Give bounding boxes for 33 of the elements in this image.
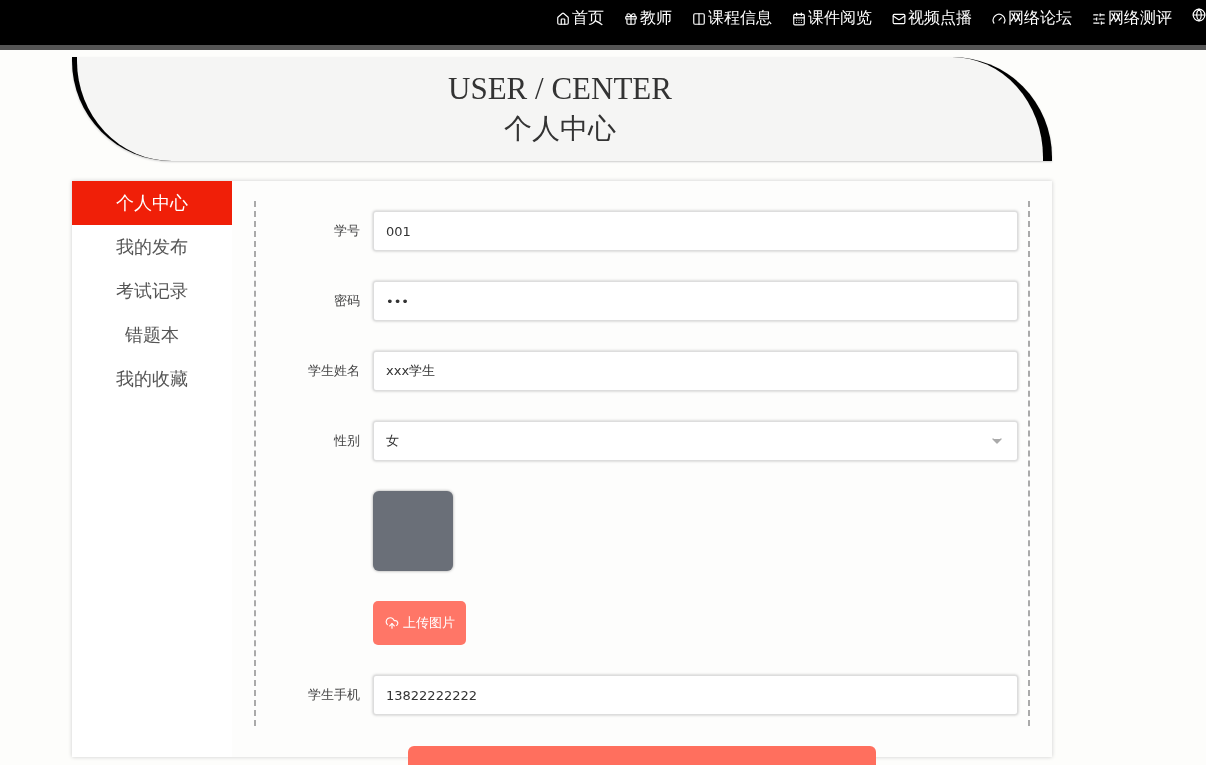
cloud-upload-icon	[384, 616, 399, 630]
sidebar-item[interactable]: 我的发布	[72, 225, 232, 269]
nav-link[interactable]: 教师	[624, 8, 672, 29]
sidebar-item[interactable]: 我的收藏	[72, 357, 232, 401]
sidebar-item[interactable]: 错题本	[72, 313, 232, 357]
nav-link[interactable]: 视频点播	[892, 8, 972, 29]
banner-title: USER / CENTER	[448, 70, 672, 108]
mail-icon	[892, 11, 906, 26]
columns-icon	[692, 11, 706, 26]
home-icon	[556, 11, 570, 26]
sidebar-item[interactable]: 考试记录	[72, 269, 232, 313]
sliders-icon	[1092, 11, 1106, 26]
input-field[interactable]: xxx学生	[373, 351, 1018, 391]
globe-icon[interactable]	[1192, 8, 1206, 22]
nav-link[interactable]: 网络论坛	[992, 8, 1072, 29]
gift-icon	[624, 11, 638, 26]
nav-link[interactable]: 网络测评	[1092, 8, 1172, 29]
field-label: 学号	[333, 222, 360, 240]
input-field[interactable]: 13822222222	[373, 675, 1018, 715]
gauge-icon	[992, 11, 1006, 26]
field-label: 学生手机	[307, 686, 360, 704]
field-label: 密码	[333, 292, 360, 310]
field-label: 性别	[333, 432, 360, 450]
banner-subtitle: 个人中心	[504, 111, 616, 147]
nav-link[interactable]: 首页	[556, 8, 604, 29]
sidebar-item[interactable]: 个人中心	[72, 181, 232, 225]
input-field[interactable]: •••	[373, 281, 1018, 321]
input-field[interactable]: 001	[373, 211, 1018, 251]
select-field[interactable]: 女	[373, 421, 1018, 461]
nav-link[interactable]: 课件阅览	[792, 8, 872, 29]
field-label: 学生姓名	[307, 362, 360, 380]
nav-link[interactable]: 课程信息	[692, 8, 772, 29]
calendar-icon	[792, 11, 806, 26]
